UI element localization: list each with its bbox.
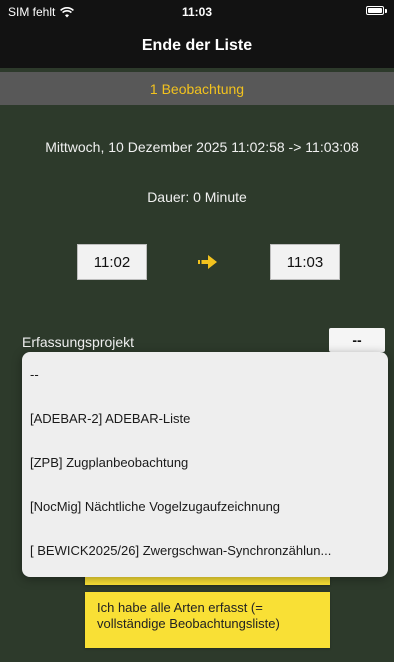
end-time-button[interactable]: 11:03 (270, 244, 340, 280)
start-time-button[interactable]: 11:02 (77, 244, 147, 280)
session-date-range: Mittwoch, 10 Dezember 2025 11:02:58 -> 1… (45, 139, 359, 155)
dropdown-option-zpb[interactable]: [ZPB] Zugplanbeobachtung (22, 440, 388, 484)
project-label: Erfassungsprojekt (22, 334, 135, 350)
complete-list-button[interactable]: Ich habe alle Arten erfasst (= vollständ… (85, 592, 330, 648)
session-duration: Dauer: 0 Minute (147, 189, 247, 205)
project-select-button[interactable]: -- (329, 328, 385, 352)
page-title: Ende der Liste (141, 37, 253, 54)
observation-count-bar[interactable]: 1 Beobachtung (0, 72, 394, 105)
project-dropdown-menu: -- [ADEBAR-2] ADEBAR-Liste [ZPB] Zugplan… (22, 352, 388, 577)
dropdown-option-adebar[interactable]: [ADEBAR-2] ADEBAR-Liste (22, 396, 388, 440)
status-bar: SIM fehlt 11:03 (0, 0, 394, 24)
dropdown-option-bewick[interactable]: [ BEWICK2025/26] Zwergschwan-Synchronzäh… (22, 528, 388, 572)
status-time: 11:03 (181, 5, 213, 19)
observation-count-label: 1 Beobachtung (149, 80, 245, 97)
navigation-bar: Ende der Liste (0, 24, 394, 68)
dropdown-option-none[interactable]: -- (22, 352, 388, 396)
battery-icon (366, 6, 387, 15)
arrow-right-icon (196, 255, 217, 269)
dropdown-option-nocmig[interactable]: [NocMig] Nächtliche Vogelzugaufzeichnung (22, 484, 388, 528)
